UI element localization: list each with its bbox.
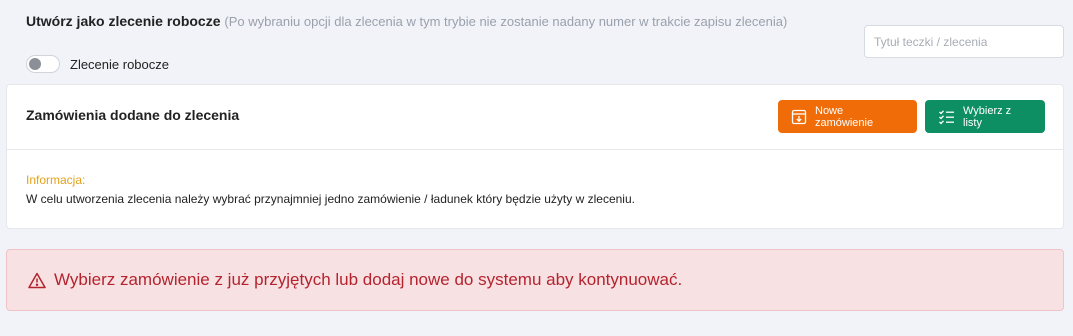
info-text: W celu utworzenia zlecenia należy wybrać… — [26, 192, 635, 206]
warning-triangle-icon — [28, 272, 46, 288]
toggle-knob — [29, 58, 41, 70]
info-label: Informacja: — [26, 173, 86, 187]
validation-alert-text: Wybierz zamówienie z już przyjętych lub … — [54, 270, 683, 289]
new-order-button-label: Nowe zamówienie — [815, 104, 874, 129]
folder-title-input[interactable] — [864, 25, 1064, 58]
draft-toggle-label: Zlecenie robocze — [70, 56, 169, 72]
draft-toggle-switch[interactable] — [26, 55, 60, 73]
checklist-icon — [939, 109, 954, 124]
draft-mode-hint: (Po wybraniu opcji dla zlecenia w tym tr… — [224, 14, 788, 29]
pick-from-list-button-label: Wybierz z listy — [963, 104, 1012, 129]
document-download-icon — [791, 109, 807, 124]
pick-from-list-button[interactable]: Wybierz z listy — [925, 100, 1045, 133]
orders-card-title: Zamówienia dodane do zlecenia — [26, 107, 240, 123]
orders-card-header: Zamówienia dodane do zlecenia Nowe zamów… — [7, 85, 1063, 150]
draft-toggle-row[interactable]: Zlecenie robocze — [26, 55, 169, 73]
draft-mode-title: Utwórz jako zlecenie robocze — [26, 13, 221, 29]
new-order-button[interactable]: Nowe zamówienie — [778, 100, 917, 133]
validation-alert: Wybierz zamówienie z już przyjętych lub … — [6, 249, 1064, 311]
draft-mode-heading: Utwórz jako zlecenie robocze (Po wybrani… — [26, 10, 806, 33]
orders-card: Zamówienia dodane do zlecenia Nowe zamów… — [6, 84, 1064, 229]
